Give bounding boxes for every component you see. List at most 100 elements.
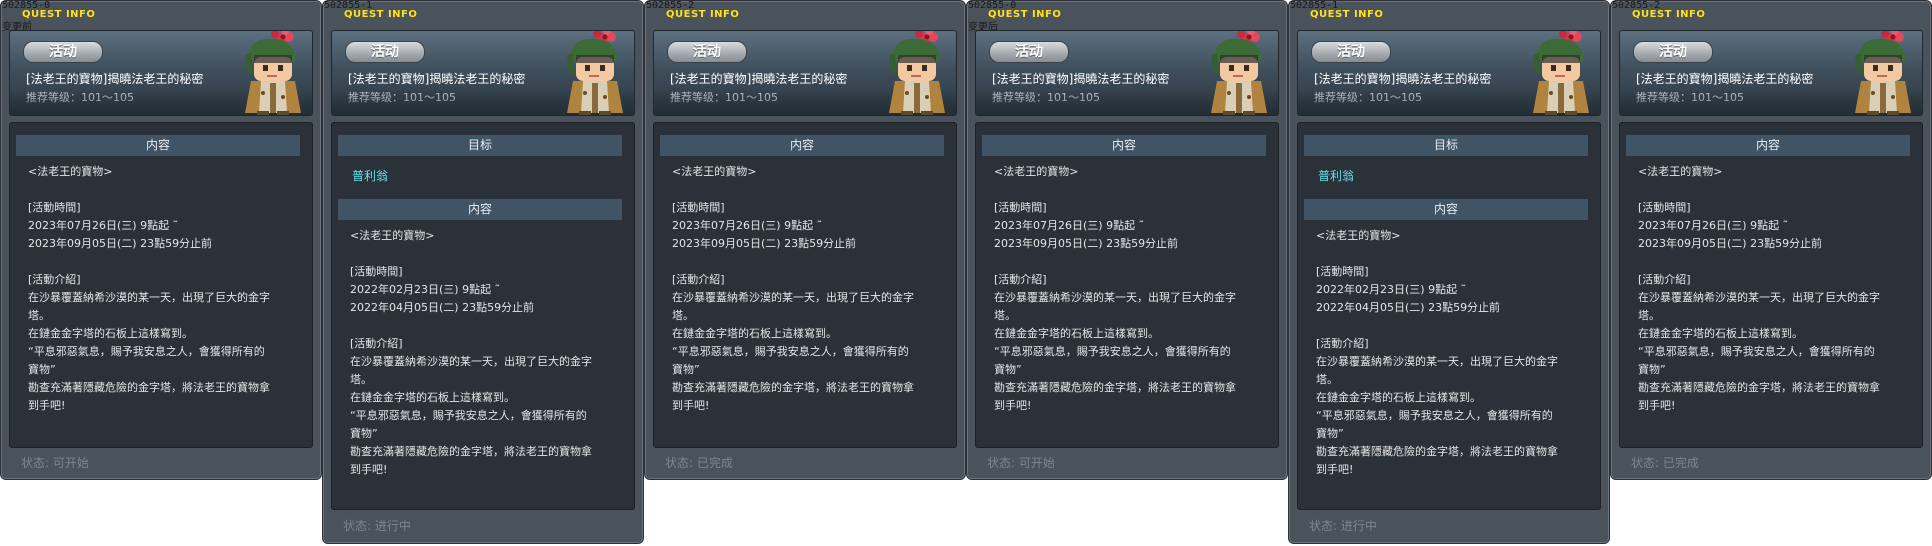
description-line: 在沙暴覆蓋納希沙漠的某一天，出現了巨大的金字 <box>1316 355 1558 368</box>
recommended-level: 推荐等级：101～105 <box>348 91 456 104</box>
description-line <box>1638 181 1914 199</box>
description-line: 2023年09月05日(二) 23點59分止前 <box>28 237 213 250</box>
description-line: 在沙暴覆蓋納希沙漠的某一天，出現了巨大的金字 <box>28 291 270 304</box>
description-line: <法老王的寶物> <box>1638 165 1723 178</box>
description-line <box>28 253 304 271</box>
content-header: 内容 <box>16 135 300 156</box>
pharaoh-npc-icon <box>1203 30 1277 116</box>
quest-description: <法老王的寶物> [活動時間] 2023年07月26日(三) 9點起 ˜ 2023年0… <box>28 163 304 415</box>
quest-header: 活动 [法老王的寶物]揭曉法老王的秘密 推荐等级：101～105 <box>1297 30 1601 116</box>
quest-title: [法老王的寶物]揭曉法老王的秘密 <box>348 72 526 86</box>
description-line: 塔。 <box>994 309 1016 322</box>
description-line: [活動介紹] <box>1316 337 1369 350</box>
quest-info-label: QUEST INFO <box>344 9 418 20</box>
quest-description: <法老王的寶物> [活動時間] 2023年07月26日(三) 9點起 ˜ 2023年0… <box>1638 163 1914 415</box>
quest-body: 内容 <法老王的寶物> [活動時間] 2023年07月26日(三) 9點起 ˜ 2023… <box>653 122 957 448</box>
description-line: 勘查充滿著隱藏危險的金字塔，將法老王的寶物拿 <box>1316 445 1558 458</box>
description-line: 勘查充滿著隱藏危險的金字塔，將法老王的寶物拿 <box>1638 381 1880 394</box>
description-line: [活動時間] <box>350 265 403 278</box>
quest-description: <法老王的寶物> [活動時間] 2022年02月23日(三) 9點起 ˜ 2022年0… <box>1316 227 1592 479</box>
description-line: [活動時間] <box>28 201 81 214</box>
quest-description: <法老王的寶物> [活動時間] 2022年02月23日(三) 9點起 ˜ 2022年0… <box>350 227 626 479</box>
description-line: 2023年07月26日(三) 9點起 ˜ <box>1638 219 1789 232</box>
quest-title: [法老王的寶物]揭曉法老王的秘密 <box>670 72 848 86</box>
description-line: 2023年09月05日(二) 23點59分止前 <box>1638 237 1823 250</box>
quest-title: [法老王的寶物]揭曉法老王的秘密 <box>992 72 1170 86</box>
description-line: 到手吧! <box>1316 463 1354 476</box>
quest-info-label: QUEST INFO <box>666 9 740 20</box>
recommended-level: 推荐等级：101～105 <box>992 91 1100 104</box>
target-header: 目标 <box>338 135 622 156</box>
event-badge: 活动 <box>1311 41 1391 63</box>
content-header: 内容 <box>1304 199 1588 220</box>
description-line: 到手吧! <box>994 399 1032 412</box>
npc-name-link[interactable]: 普利翁 <box>1318 167 1354 184</box>
description-line <box>350 317 626 335</box>
description-line: 到手吧! <box>672 399 710 412</box>
change-label: 变更后 <box>968 22 998 33</box>
quest-title: [法老王的寶物]揭曉法老王的秘密 <box>1636 72 1814 86</box>
description-line <box>672 253 948 271</box>
description-line <box>1316 317 1592 335</box>
description-line: 勘查充滿著隱藏危險的金字塔，將法老王的寶物拿 <box>350 445 592 458</box>
description-line: [活動介紹] <box>28 273 81 286</box>
pharaoh-npc-icon <box>1847 30 1921 116</box>
quest-panel: 502855-0 QUEST INFO 变更前 活动 [法老王的寶物]揭曉法老王的秘密推… <box>0 0 322 480</box>
description-line: 到手吧! <box>28 399 66 412</box>
quest-description: <法老王的寶物> [活動時間] 2023年07月26日(三) 9點起 ˜ 2023年0… <box>994 163 1270 415</box>
description-line: 塔。 <box>350 373 372 386</box>
description-line: 寶物” <box>1316 427 1344 440</box>
description-line: 在沙暴覆蓋納希沙漠的某一天，出現了巨大的金字 <box>994 291 1236 304</box>
description-line: 2023年07月26日(三) 9點起 ˜ <box>672 219 823 232</box>
description-line: 塔。 <box>1638 309 1660 322</box>
quest-title: [法老王的寶物]揭曉法老王的秘密 <box>1314 72 1492 86</box>
content-header: 内容 <box>982 135 1266 156</box>
description-line: 到手吧! <box>350 463 388 476</box>
description-line: [活動時間] <box>672 201 725 214</box>
description-line: 在鏈金金字塔的石板上這樣寫到。 <box>994 327 1159 340</box>
description-line: 寶物” <box>28 363 56 376</box>
description-line: 寶物” <box>672 363 700 376</box>
description-line: <法老王的寶物> <box>1316 229 1401 242</box>
description-line: 寶物” <box>1638 363 1666 376</box>
description-line: [活動介紹] <box>350 337 403 350</box>
description-line: <法老王的寶物> <box>994 165 1079 178</box>
description-line <box>28 181 304 199</box>
description-line <box>994 253 1270 271</box>
quest-info-label: QUEST INFO <box>1310 9 1384 20</box>
pharaoh-npc-icon <box>1525 30 1599 116</box>
description-line <box>1638 253 1914 271</box>
description-line: 2023年09月05日(二) 23點59分止前 <box>672 237 857 250</box>
description-line: [活動介紹] <box>994 273 1047 286</box>
description-line: 塔。 <box>1316 373 1338 386</box>
quest-header: 活动 [法老王的寶物]揭曉法老王的秘密 推荐等级：101～105 <box>9 30 313 116</box>
content-header: 内容 <box>1626 135 1910 156</box>
content-header: 内容 <box>338 199 622 220</box>
description-line <box>994 181 1270 199</box>
description-line: 在鏈金金字塔的石板上這樣寫到。 <box>1638 327 1803 340</box>
event-badge: 活动 <box>1633 41 1713 63</box>
npc-name-link[interactable]: 普利翁 <box>352 167 388 184</box>
description-line: [活動時間] <box>1316 265 1369 278</box>
quest-info-label: QUEST INFO <box>1632 9 1706 20</box>
description-line: “平息邪惡氣息，賜予我安息之人，會獲得所有的 <box>672 345 909 358</box>
description-line: “平息邪惡氣息，賜予我安息之人，會獲得所有的 <box>994 345 1231 358</box>
quest-header: 活动 [法老王的寶物]揭曉法老王的秘密 推荐等级：101～105 <box>331 30 635 116</box>
description-line: 塔。 <box>28 309 50 322</box>
quest-info-label: QUEST INFO <box>988 9 1062 20</box>
quest-status: 状态: 可开始 <box>987 456 1055 470</box>
quest-status: 状态: 进行中 <box>343 519 411 533</box>
quest-body: 目标 普利翁 内容 <法老王的寶物> [活動時間] 2022年02月23日(三) 9點起 … <box>1297 122 1601 510</box>
description-line: [活動介紹] <box>1638 273 1691 286</box>
quest-panel: 502855-2 QUEST INFO 活动 [法老王的寶物]揭曉法老王的秘密 推荐等级… <box>644 0 966 480</box>
description-line: [活動時間] <box>994 201 1047 214</box>
description-line: 在沙暴覆蓋納希沙漠的某一天，出現了巨大的金字 <box>350 355 592 368</box>
description-line: “平息邪惡氣息，賜予我安息之人，會獲得所有的 <box>350 409 587 422</box>
description-line: 寶物” <box>994 363 1022 376</box>
description-line: 2023年07月26日(三) 9點起 ˜ <box>994 219 1145 232</box>
description-line: 勘查充滿著隱藏危險的金字塔，將法老王的寶物拿 <box>994 381 1236 394</box>
description-line: 2022年02月23日(三) 9點起 ˜ <box>1316 283 1467 296</box>
description-line: 在鏈金金字塔的石板上這樣寫到。 <box>1316 391 1481 404</box>
description-line <box>1316 245 1592 263</box>
content-header: 内容 <box>660 135 944 156</box>
